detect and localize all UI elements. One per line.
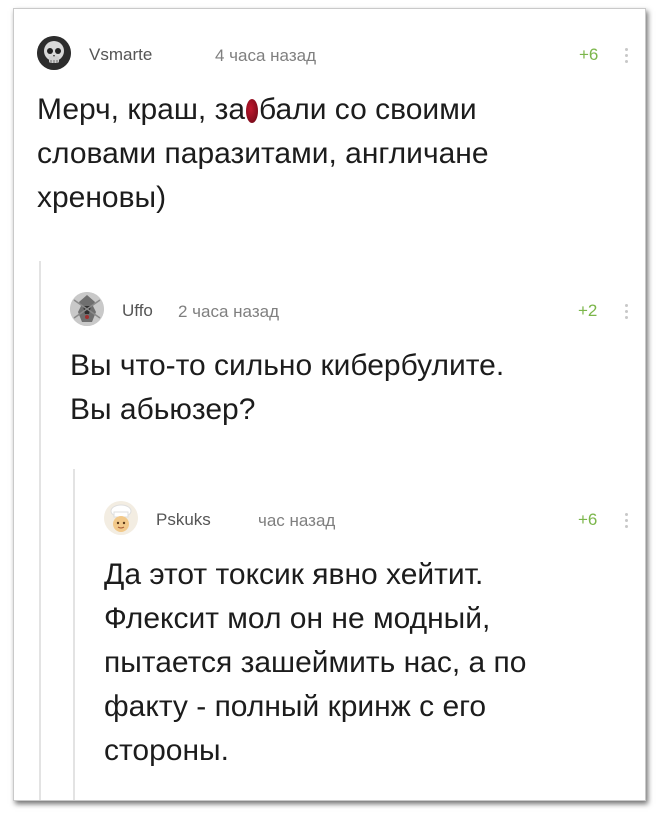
more-options-icon[interactable] — [625, 304, 629, 320]
rating-value: +2 — [578, 301, 598, 320]
thread-line-level-2[interactable] — [73, 469, 75, 800]
comment-line: факту - полный кринж с его — [104, 690, 487, 723]
comment-line: Вы что-то сильно кибербулите. — [70, 349, 505, 382]
comment-time[interactable]: час назад — [258, 511, 335, 531]
knight-icon[interactable] — [70, 292, 104, 326]
comment-line: хреновы) — [37, 181, 167, 214]
comment-time[interactable]: 4 часа назад — [215, 46, 316, 66]
username[interactable]: Pskuks — [156, 510, 211, 530]
more-options-icon[interactable] — [625, 48, 629, 64]
comment-body: Мерч, краш, за бали со своими словами пар… — [37, 88, 489, 220]
comment-line: Вы абьюзер? — [70, 393, 256, 426]
comment-line: пытается зашеймить нас, а по — [104, 646, 527, 679]
censor-blot-icon — [246, 99, 259, 123]
comment-line: словами паразитами, англичане — [37, 137, 489, 170]
comment-line: Мерч, краш, за бали со своими — [37, 93, 477, 126]
comment-vsmarte: Vsmarte 4 часа назад +6 Мерч, краш, за ба… — [37, 36, 637, 246]
comment-thread-card: Vsmarte 4 часа назад +6 Мерч, краш, за ба… — [13, 8, 646, 801]
comment-body: Вы что-то сильно кибербулите. Вы абьюзер… — [70, 344, 504, 432]
comment-time[interactable]: 2 часа назад — [178, 302, 279, 322]
rating-value: +6 — [578, 510, 598, 529]
skull-icon[interactable] — [37, 36, 71, 70]
comment-body: Да этот токсик явно хейтит. Флексит мол … — [104, 553, 526, 773]
comment-header: Vsmarte 4 часа назад +6 — [37, 36, 637, 72]
rating-value: +6 — [579, 45, 599, 64]
thread-line-level-1[interactable] — [39, 261, 41, 800]
comment-header: Uffo 2 часа назад +2 — [70, 292, 637, 328]
comment-header: Pskuks час назад +6 — [104, 501, 637, 537]
username[interactable]: Uffo — [122, 301, 153, 321]
comment-line: Да этот токсик явно хейтит. — [104, 558, 484, 591]
username[interactable]: Vsmarte — [89, 45, 152, 65]
comment-line: стороны. — [104, 734, 229, 767]
more-options-icon[interactable] — [625, 513, 629, 529]
chef-icon[interactable] — [104, 501, 138, 535]
comment-uffo: Uffo 2 часа назад +2 Вы что-то сильно ки… — [70, 292, 637, 442]
comment-pskuks: Pskuks час назад +6 Да этот токсик явно … — [104, 501, 637, 791]
comment-line: Флексит мол он не модный, — [104, 602, 491, 635]
